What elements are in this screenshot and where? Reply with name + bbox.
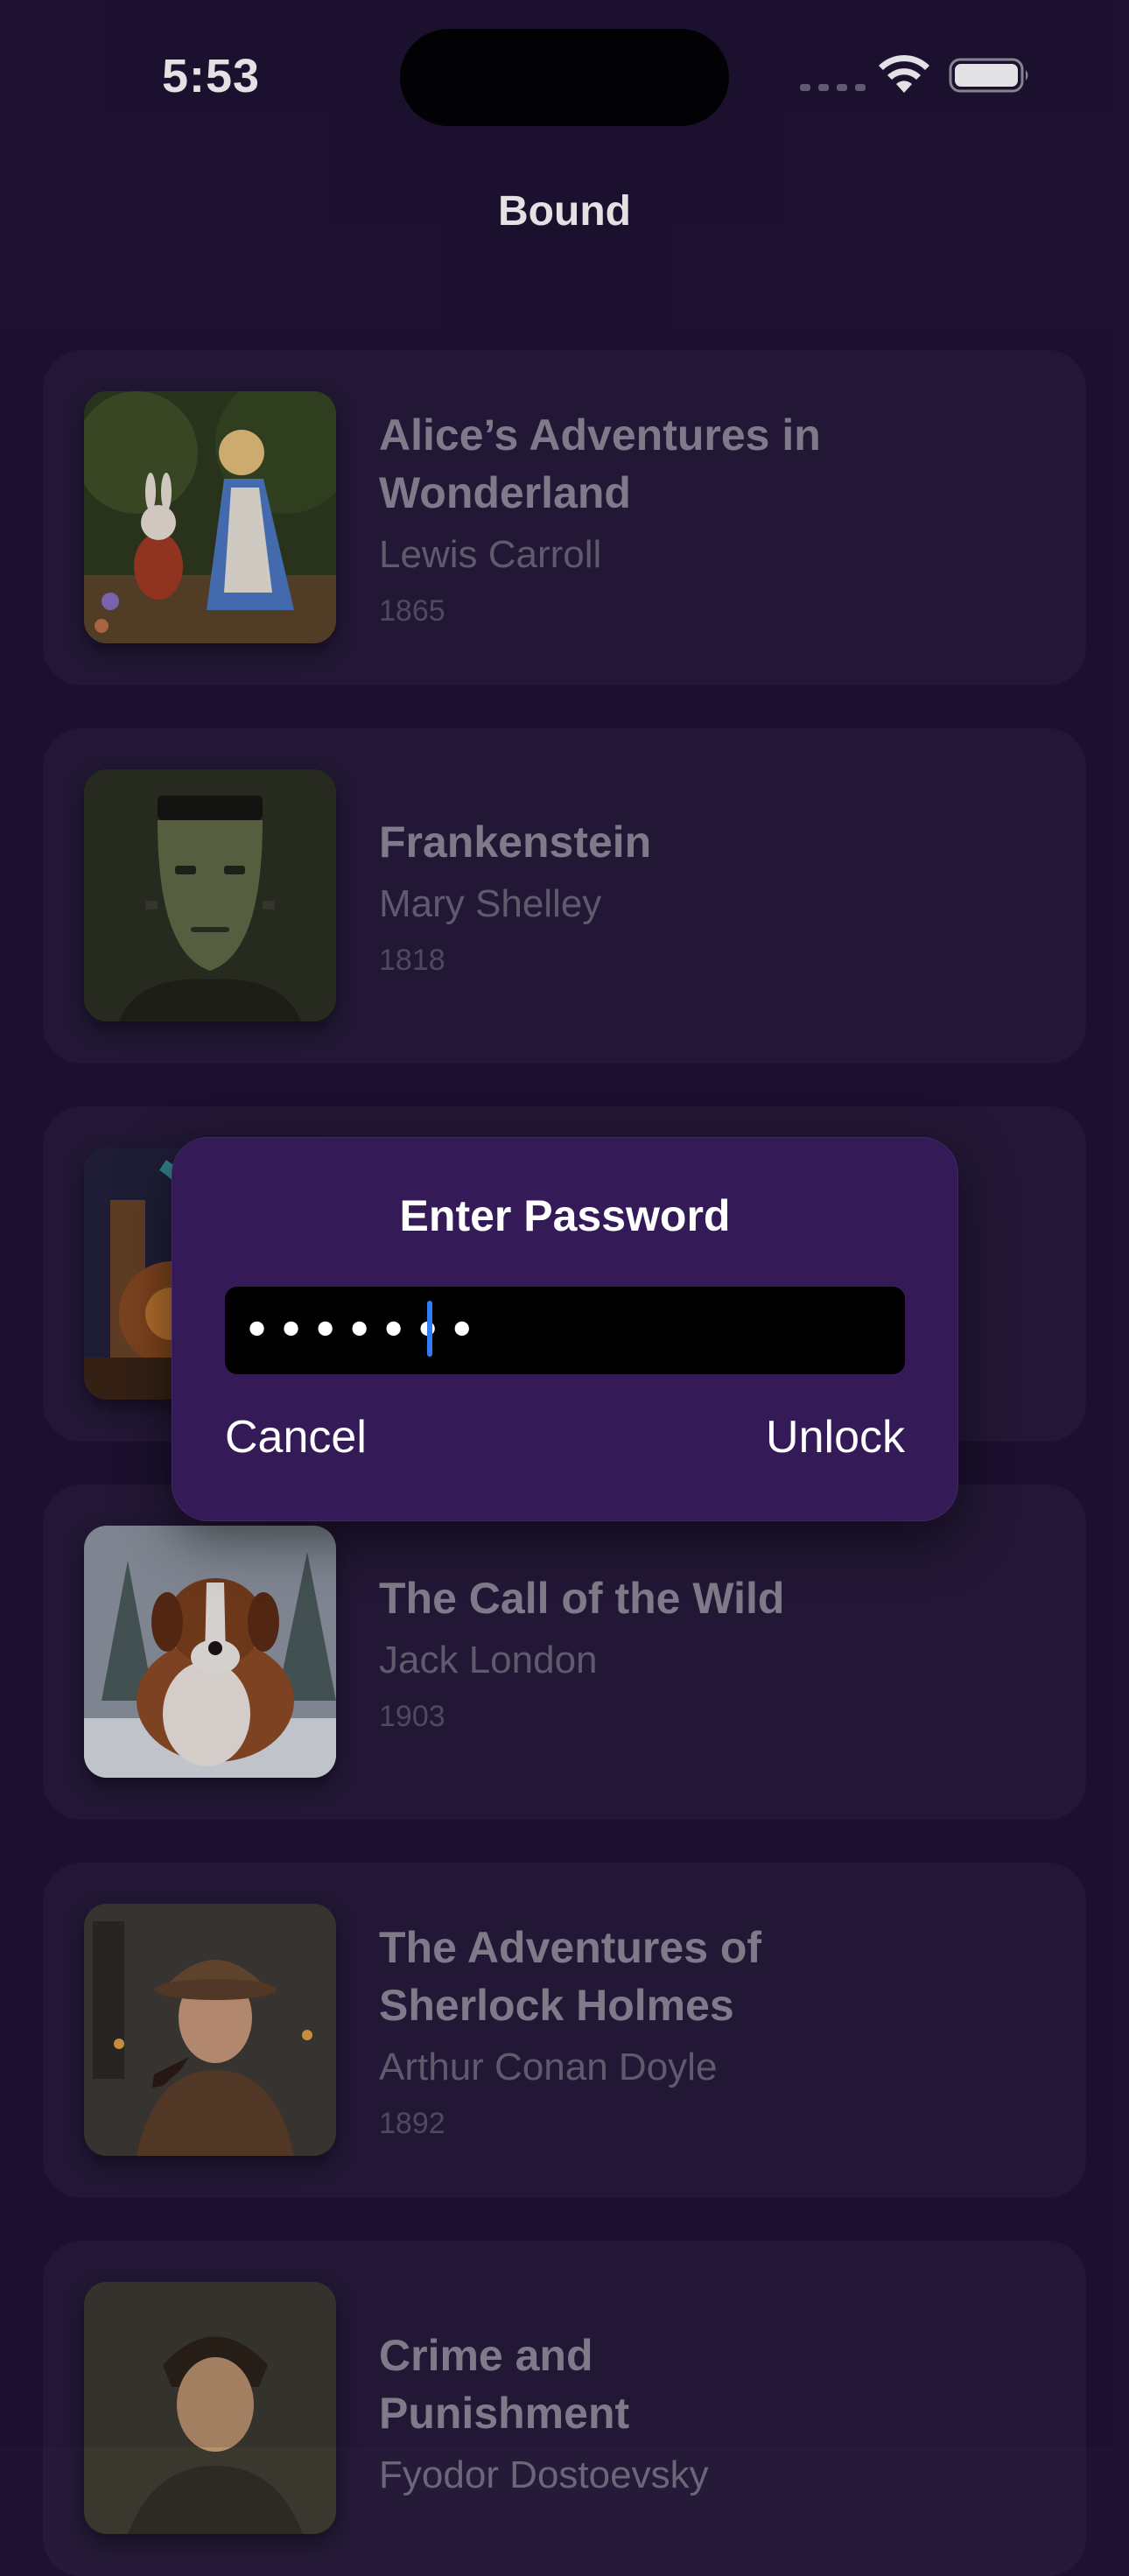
password-input[interactable]: [225, 1287, 905, 1374]
password-alert: Enter Password Cancel Unlock: [172, 1137, 958, 1521]
alert-title: Enter Password: [399, 1191, 731, 1240]
text-caret: [427, 1301, 432, 1357]
book-author: Fyodor Dostoevsky: [379, 2453, 709, 2496]
cancel-button[interactable]: Cancel: [225, 1411, 367, 1463]
unlock-button[interactable]: Unlock: [766, 1411, 905, 1463]
